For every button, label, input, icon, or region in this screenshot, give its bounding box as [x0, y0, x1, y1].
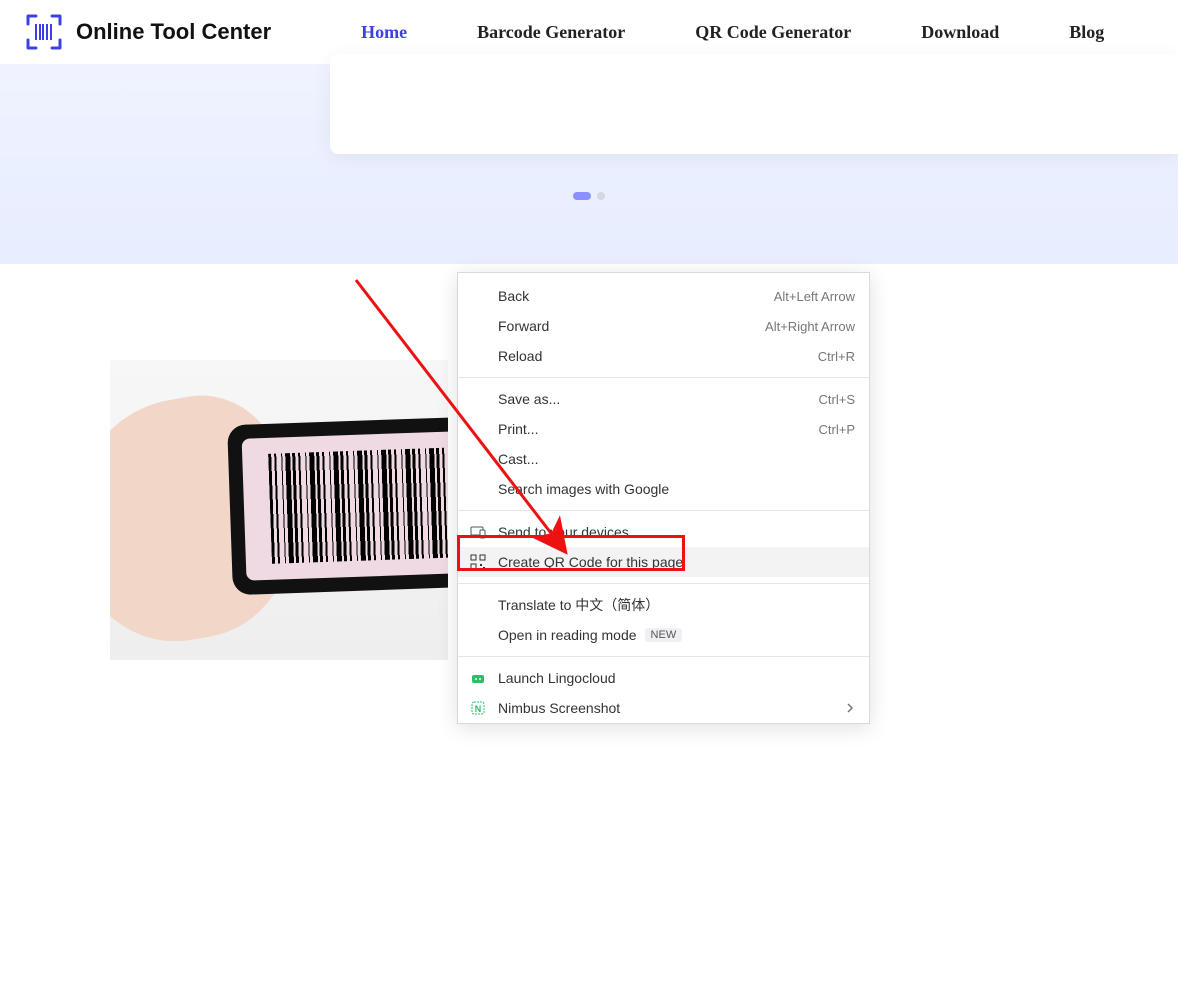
nav-home[interactable]: Home	[361, 22, 407, 43]
main-nav: Home Barcode Generator QR Code Generator…	[361, 22, 1104, 43]
ctx-label: Create QR Code for this page	[498, 554, 683, 570]
ctx-separator	[458, 583, 869, 584]
nav-download[interactable]: Download	[921, 22, 999, 43]
ctx-label: Open in reading mode	[498, 627, 637, 643]
carousel-dots	[573, 192, 605, 200]
qr-code-icon	[470, 554, 486, 570]
nav-qr-code-generator[interactable]: QR Code Generator	[695, 22, 851, 43]
ctx-label: Launch Lingocloud	[498, 670, 616, 686]
ctx-send-to-devices[interactable]: Send to your devices	[458, 517, 869, 547]
ctx-label: Print...	[498, 421, 538, 437]
ctx-back[interactable]: Back Alt+Left Arrow	[458, 281, 869, 311]
devices-icon	[470, 524, 486, 540]
ctx-label: Back	[498, 288, 529, 304]
ctx-nimbus-screenshot[interactable]: N Nimbus Screenshot	[458, 693, 869, 723]
chevron-right-icon	[845, 700, 855, 716]
ctx-shortcut: Ctrl+S	[819, 392, 855, 407]
ctx-cast[interactable]: Cast...	[458, 444, 869, 474]
ctx-save-as[interactable]: Save as... Ctrl+S	[458, 384, 869, 414]
carousel-dot-active[interactable]	[573, 192, 591, 200]
context-menu: Back Alt+Left Arrow Forward Alt+Right Ar…	[457, 272, 870, 724]
ctx-separator	[458, 377, 869, 378]
ctx-forward[interactable]: Forward Alt+Right Arrow	[458, 311, 869, 341]
site-title: Online Tool Center	[76, 19, 271, 45]
barcode-graphic	[268, 446, 448, 564]
ctx-label: Save as...	[498, 391, 560, 407]
ctx-label: Nimbus Screenshot	[498, 700, 620, 716]
ctx-translate[interactable]: Translate to 中文（简体）	[458, 590, 869, 620]
nimbus-icon: N	[470, 700, 486, 716]
lingocloud-icon	[470, 670, 486, 686]
ctx-separator	[458, 656, 869, 657]
nav-blog[interactable]: Blog	[1069, 22, 1104, 43]
ctx-label: Send to your devices	[498, 524, 629, 540]
ctx-create-qr-code[interactable]: Create QR Code for this page	[458, 547, 869, 577]
ctx-label: Cast...	[498, 451, 538, 467]
ctx-reload[interactable]: Reload Ctrl+R	[458, 341, 869, 371]
ctx-search-images[interactable]: Search images with Google	[458, 474, 869, 504]
ctx-shortcut: Ctrl+P	[819, 422, 855, 437]
ctx-shortcut: Ctrl+R	[818, 349, 855, 364]
carousel-dot[interactable]	[597, 192, 605, 200]
nav-barcode-generator[interactable]: Barcode Generator	[477, 22, 625, 43]
barcode-logo-icon	[24, 12, 64, 52]
hero-section	[0, 64, 1178, 264]
ctx-label: Forward	[498, 318, 549, 334]
ctx-print[interactable]: Print... Ctrl+P	[458, 414, 869, 444]
ctx-reading-mode[interactable]: Open in reading mode NEW	[458, 620, 869, 650]
barcode-phone-image	[110, 360, 448, 660]
hero-card	[330, 54, 1178, 154]
ctx-label: Reload	[498, 348, 542, 364]
svg-text:N: N	[475, 704, 482, 714]
ctx-label: Translate to 中文（简体）	[498, 595, 659, 615]
ctx-shortcut: Alt+Left Arrow	[774, 289, 855, 304]
ctx-launch-lingocloud[interactable]: Launch Lingocloud	[458, 663, 869, 693]
ctx-shortcut: Alt+Right Arrow	[765, 319, 855, 334]
ctx-separator	[458, 510, 869, 511]
new-badge: NEW	[645, 628, 683, 642]
logo[interactable]: Online Tool Center	[24, 12, 271, 52]
ctx-label: Search images with Google	[498, 481, 669, 497]
